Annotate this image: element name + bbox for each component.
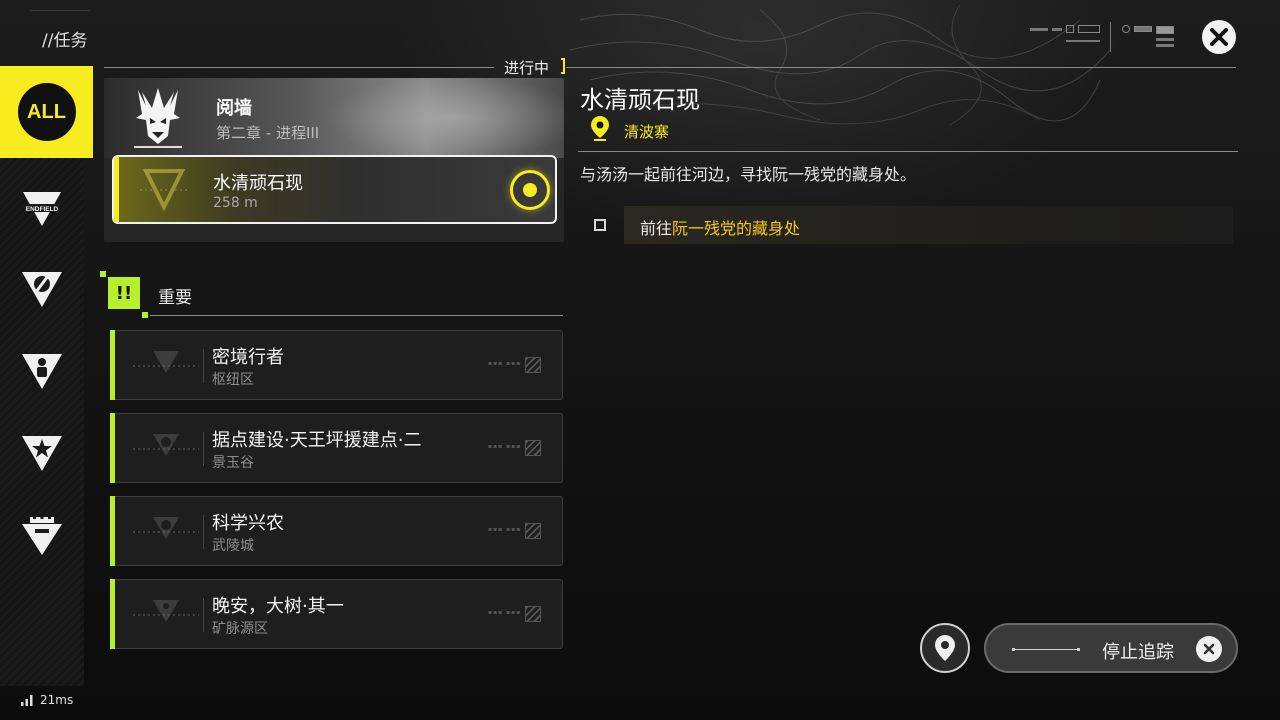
objective-target: 阮一残党的藏身处 <box>672 219 801 238</box>
endfield-emblem-icon: ENDFIELD <box>23 192 61 226</box>
person-triangle-icon <box>22 354 62 389</box>
tab-endfield[interactable]: ENDFIELD <box>0 168 84 250</box>
important-divider <box>150 315 563 316</box>
in-progress-bracket <box>561 58 565 74</box>
quest-code-tag: ▪▪▪ ▪▪▪ <box>488 526 522 533</box>
quest-triangle-emblem-icon <box>140 169 188 212</box>
map-locate-button[interactable] <box>920 623 970 673</box>
active-quest-title: 水清顽石现 <box>213 173 303 194</box>
important-group-label: 重要 <box>158 288 192 308</box>
stop-tracking-label: 停止追踪 <box>1102 642 1174 663</box>
quest-item[interactable]: 晚安，大树·其一 矿脉源区 ▪▪▪ ▪▪▪ <box>110 579 563 649</box>
quest-description: 与汤汤一起前往河边，寻找阮一残党的藏身处。 <box>580 165 917 184</box>
chapter-title: 阅墙 <box>216 98 252 119</box>
hatch-pattern-icon <box>525 357 541 373</box>
hud-decoration <box>1030 22 1180 52</box>
game-logo-faint <box>30 10 90 24</box>
quest-title: 科学兴农 <box>212 513 284 534</box>
close-button[interactable] <box>1202 20 1236 54</box>
important-corner-mark <box>100 271 106 277</box>
quest-title: 据点建设·天王坪援建点·二 <box>212 430 422 451</box>
objective-prefix: 前往 <box>640 219 673 238</box>
tab-favorites[interactable] <box>0 412 84 494</box>
tab-faction[interactable] <box>0 248 84 330</box>
stop-tracking-decoration <box>1012 648 1080 651</box>
active-quest-distance: 258 m <box>213 195 258 211</box>
quest-person-triangle-icon <box>133 600 199 622</box>
objective-row: 前往阮一残党的藏身处 <box>580 206 1233 244</box>
all-badge-icon: ALL <box>17 83 76 141</box>
tab-all-label: ALL <box>27 100 66 123</box>
objective-checkbox-icon <box>594 219 606 231</box>
quest-title: 晚安，大树·其一 <box>212 596 344 617</box>
tab-construction[interactable] <box>0 494 84 576</box>
quest-item[interactable]: 据点建设·天王坪援建点·二 景玉谷 ▪▪▪ ▪▪▪ <box>110 413 563 483</box>
quest-title: 密境行者 <box>212 347 284 368</box>
quest-code-tag: ▪▪▪ ▪▪▪ <box>488 609 522 616</box>
in-progress-divider <box>104 67 494 68</box>
quest-code-tag: ▪▪▪ ▪▪▪ <box>488 360 522 367</box>
quest-location: 清波寨 <box>624 123 670 141</box>
in-progress-card: 阅墙 第二章 - 进程III 水清顽石现 258 m <box>104 78 564 242</box>
close-circle-icon <box>1196 636 1222 662</box>
star-triangle-icon <box>22 436 62 471</box>
quest-item[interactable]: 科学兴农 武陵城 ▪▪▪ ▪▪▪ <box>110 496 563 566</box>
tab-character[interactable] <box>0 330 84 412</box>
close-icon <box>1210 28 1228 46</box>
hatch-pattern-icon <box>525 523 541 539</box>
signal-bars-icon <box>21 695 33 706</box>
ping-latency: 21ms <box>40 693 74 707</box>
building-triangle-icon <box>22 516 62 555</box>
quest-region: 枢纽区 <box>212 372 254 388</box>
tab-all[interactable]: ALL <box>0 66 93 158</box>
map-pin-icon <box>935 635 955 661</box>
quest-region: 武陵城 <box>212 538 254 554</box>
active-quest-accent <box>114 157 119 222</box>
quest-triangle-icon <box>133 351 199 373</box>
quest-compass-triangle-icon <box>133 517 199 539</box>
detail-divider <box>578 151 1238 152</box>
important-exclamation-icon: !! <box>108 277 140 309</box>
compass-triangle-icon <box>22 272 62 307</box>
svg-text:ENDFIELD: ENDFIELD <box>26 206 59 213</box>
hatch-pattern-icon <box>525 606 541 622</box>
page-title: //任务 <box>42 31 88 51</box>
quest-code-tag: ▪▪▪ ▪▪▪ <box>488 443 522 450</box>
quest-region: 景玉谷 <box>212 455 254 471</box>
active-quest-item[interactable]: 水清顽石现 258 m <box>112 155 557 224</box>
detail-top-divider <box>566 67 1236 68</box>
quest-item[interactable]: 密境行者 枢纽区 ▪▪▪ ▪▪▪ <box>110 330 563 400</box>
tracking-target-icon[interactable] <box>510 170 550 210</box>
stop-tracking-button[interactable]: 停止追踪 <box>984 623 1238 673</box>
quest-compass-triangle-icon <box>133 434 199 456</box>
objective-text: 前往阮一残党的藏身处 <box>640 215 800 239</box>
in-progress-label: 进行中 <box>504 59 550 77</box>
important-corner-mark-2 <box>142 312 148 318</box>
quest-region: 矿脉源区 <box>212 621 268 637</box>
quest-detail-title: 水清顽石现 <box>580 86 700 114</box>
chapter-subtitle: 第二章 - 进程III <box>216 124 320 142</box>
location-pin-icon <box>591 116 609 141</box>
chapter-demon-emblem-icon <box>134 88 182 148</box>
hatch-pattern-icon <box>525 440 541 456</box>
